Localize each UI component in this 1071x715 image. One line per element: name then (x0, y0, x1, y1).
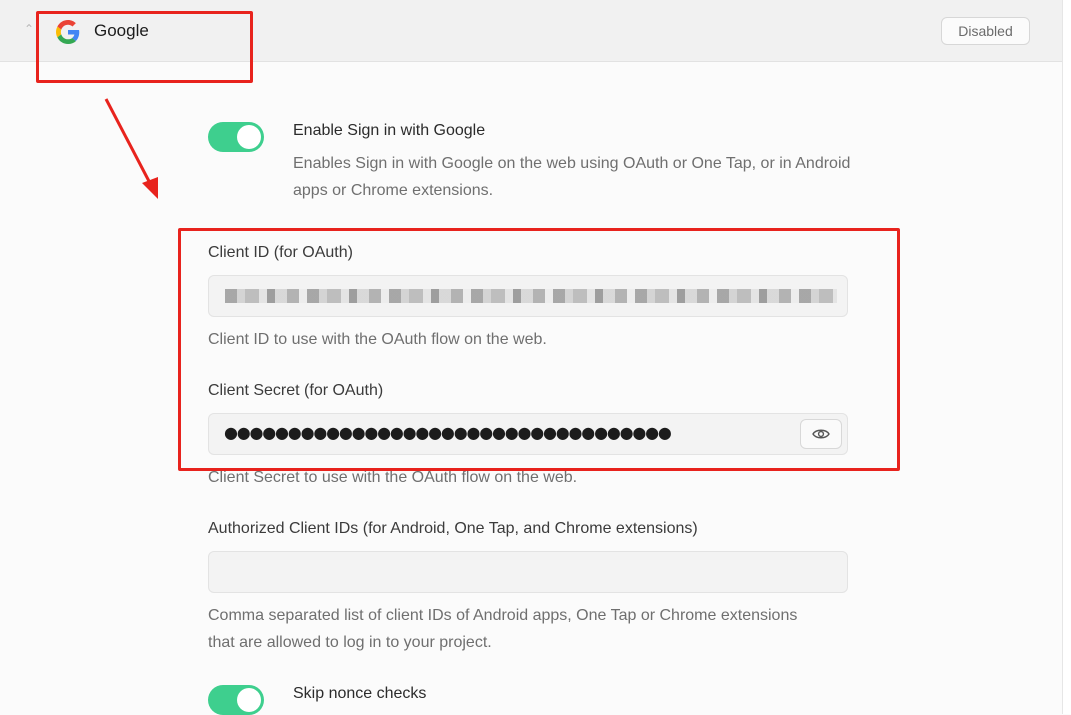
chevron-up-icon[interactable]: ⌃ (24, 22, 34, 36)
enable-sign-in-toggle[interactable] (208, 122, 264, 152)
skip-nonce-label: Skip nonce checks (293, 685, 427, 702)
annotation-arrow (104, 98, 158, 199)
toggle-knob (237, 688, 261, 712)
toggle-knob (237, 125, 261, 149)
authorized-client-ids-input[interactable] (208, 551, 848, 593)
skip-nonce-toggle[interactable] (208, 685, 264, 715)
enable-sign-in-label: Enable Sign in with Google (293, 122, 486, 139)
scrollbar[interactable] (1062, 0, 1071, 714)
annotation-box-provider (36, 11, 253, 83)
annotation-box-credentials (178, 228, 900, 471)
authorized-client-ids-label: Authorized Client IDs (for Android, One … (208, 520, 698, 537)
authorized-client-ids-help: Comma separated list of client IDs of An… (208, 607, 798, 651)
status-badge: Disabled (941, 17, 1030, 45)
enable-sign-in-description: Enables Sign in with Google on the web u… (293, 155, 851, 199)
